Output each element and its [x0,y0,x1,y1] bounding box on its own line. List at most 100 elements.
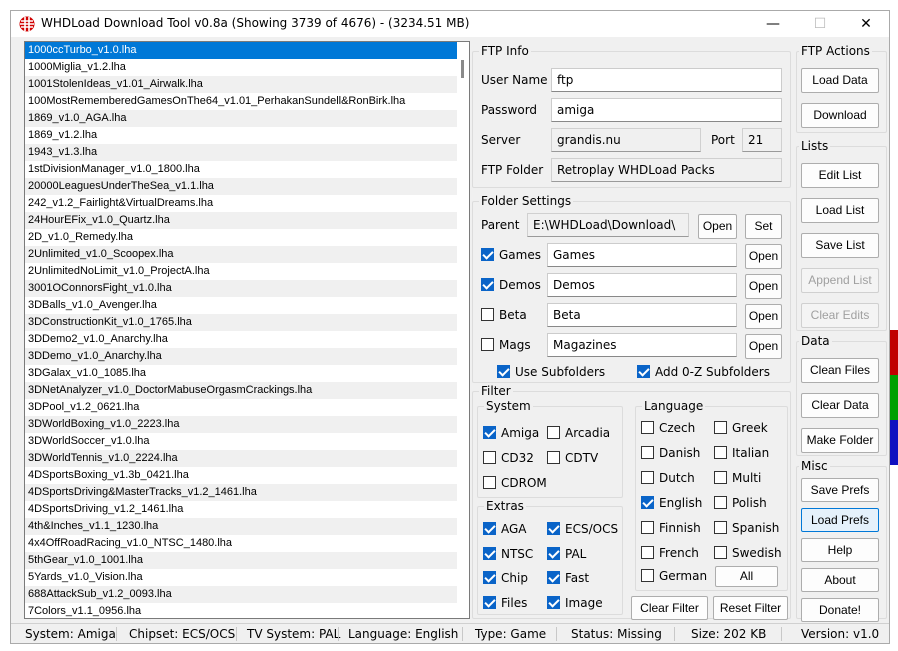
czech-checkbox[interactable]: Czech [641,420,695,438]
list-scrollbar[interactable] [457,42,469,618]
list-item[interactable]: 1943_v1.3.lha [25,144,457,161]
demos-open-button[interactable]: Open [745,274,782,299]
swedish-checkbox[interactable]: Swedish [714,545,782,563]
list-item[interactable]: 4DSportsDriving_v1.2_1461.lha [25,501,457,518]
list-item[interactable]: 4x4OffRoadRacing_v1.0_NTSC_1480.lha [25,535,457,552]
load-prefs-button[interactable]: Load Prefs [801,508,879,532]
demos-folder-field[interactable]: Demos [547,273,737,297]
list-item[interactable]: 3DWorldBoxing_v1.0_2223.lha [25,416,457,433]
games-open-button[interactable]: Open [745,244,782,269]
list-item[interactable]: 5thGear_v1.0_1001.lha [25,552,457,569]
list-item[interactable]: 3DWorldTennis_v1.0_2224.lha [25,450,457,467]
list-item[interactable]: 1stDivisionManager_v1.0_1800.lha [25,161,457,178]
list-item[interactable]: 1001StolenIdeas_v1.01_Airwalk.lha [25,76,457,93]
list-item[interactable]: 4DSportsDriving&MasterTracks_v1.2_1461.l… [25,484,457,501]
list-item[interactable]: 3DWorldSoccer_v1.0.lha [25,433,457,450]
dutch-checkbox[interactable]: Dutch [641,470,695,488]
add-subfolders-checkbox[interactable]: Add 0-Z Subfolders [637,364,770,382]
amiga-checkbox[interactable]: Amiga [483,425,539,443]
minimize-icon[interactable]: — [750,11,796,37]
mags-checkbox[interactable]: Mags [481,337,531,355]
list-item[interactable]: 3DGalax_v1.0_1085.lha [25,365,457,382]
title-bar[interactable]: WHDLoad Download Tool v0.8a (Showing 373… [11,11,889,37]
multi-checkbox[interactable]: Multi [714,470,761,488]
list-item[interactable]: 4th&Inches_v1.1_1230.lha [25,518,457,535]
list-item[interactable]: 3DConstructionKit_v1.0_1765.lha [25,314,457,331]
list-item[interactable]: 3DPool_v1.2_0621.lha [25,399,457,416]
cdtv-checkbox[interactable]: CDTV [547,450,598,468]
english-checkbox[interactable]: English [641,495,702,513]
save-prefs-button[interactable]: Save Prefs [801,478,879,502]
aga-checkbox[interactable]: AGA [483,521,527,539]
files-checkbox[interactable]: Files [483,595,527,613]
download-button[interactable]: Download [801,103,879,128]
demos-checkbox[interactable]: Demos [481,277,541,295]
french-checkbox[interactable]: French [641,545,699,563]
clear-data-button[interactable]: Clear Data [801,393,879,418]
beta-folder-field[interactable]: Beta [547,303,737,327]
list-item[interactable]: 3001OConnorsFight_v1.0.lha [25,280,457,297]
ecs-ocs-checkbox[interactable]: ECS/OCS [547,521,618,539]
list-item[interactable]: 2Unlimited_v1.0_Scoopex.lha [25,246,457,263]
clear-edits-button[interactable]: Clear Edits [801,303,879,328]
use-subfolders-checkbox[interactable]: Use Subfolders [497,364,605,382]
file-list[interactable]: 1000ccTurbo_v1.0.lha 1000Miglia_v1.2.lha… [24,41,470,619]
edit-list-button[interactable]: Edit List [801,163,879,188]
chip-checkbox[interactable]: Chip [483,570,528,588]
list-item[interactable]: 2UnlimitedNoLimit_v1.0_ProjectA.lha [25,263,457,280]
image-checkbox[interactable]: Image [547,595,603,613]
make-folder-button[interactable]: Make Folder [801,428,879,453]
scroll-thumb[interactable] [461,60,464,78]
list-item[interactable]: 5Yards_v1.0_Vision.lha [25,569,457,586]
list-item[interactable]: 3DBalls_v1.0_Avenger.lha [25,297,457,314]
beta-checkbox[interactable]: Beta [481,307,527,325]
spanish-checkbox[interactable]: Spanish [714,520,779,538]
arcadia-checkbox[interactable]: Arcadia [547,425,610,443]
italian-checkbox[interactable]: Italian [714,445,769,463]
list-item[interactable]: 242_v1.2_Fairlight&VirtualDreams.lha [25,195,457,212]
reset-filter-button[interactable]: Reset Filter [713,596,788,620]
mags-open-button[interactable]: Open [745,334,782,359]
save-list-button[interactable]: Save List [801,233,879,258]
mags-folder-field[interactable]: Magazines [547,333,737,357]
load-list-button[interactable]: Load List [801,198,879,223]
parent-set-button[interactable]: Set [745,214,782,239]
clear-filter-button[interactable]: Clear Filter [631,596,708,620]
finnish-checkbox[interactable]: Finnish [641,520,701,538]
polish-checkbox[interactable]: Polish [714,495,767,513]
parent-open-button[interactable]: Open [698,214,737,239]
greek-checkbox[interactable]: Greek [714,420,768,438]
list-item[interactable]: 7Colors_v1.1_0956.lha [25,603,457,618]
all-languages-button[interactable]: All [715,566,778,587]
help-button[interactable]: Help [801,538,879,562]
danish-checkbox[interactable]: Danish [641,445,700,463]
list-item[interactable]: 1000Miglia_v1.2.lha [25,59,457,76]
beta-open-button[interactable]: Open [745,304,782,329]
list-item[interactable]: 1000ccTurbo_v1.0.lha [25,42,457,59]
list-item[interactable]: 4DSportsBoxing_v1.3b_0421.lha [25,467,457,484]
maximize-icon[interactable]: ☐ [797,11,843,37]
pal-checkbox[interactable]: PAL [547,546,586,564]
close-icon[interactable]: ✕ [843,11,889,37]
list-item[interactable]: 2D_v1.0_Remedy.lha [25,229,457,246]
append-list-button[interactable]: Append List [801,268,879,293]
list-item[interactable]: 24HourEFix_v1.0_Quartz.lha [25,212,457,229]
list-item[interactable]: 100MostRememberedGamesOnThe64_v1.01_Perh… [25,93,457,110]
list-item[interactable]: 20000LeaguesUnderTheSea_v1.1.lha [25,178,457,195]
donate-button[interactable]: Donate! [801,598,879,622]
games-checkbox[interactable]: Games [481,247,541,265]
user-name-field[interactable]: ftp [551,68,782,92]
list-item[interactable]: 3DDemo2_v1.0_Anarchy.lha [25,331,457,348]
about-button[interactable]: About [801,568,879,592]
german-checkbox[interactable]: German [641,568,707,586]
ntsc-checkbox[interactable]: NTSC [483,546,533,564]
list-item[interactable]: 3DDemo_v1.0_Anarchy.lha [25,348,457,365]
load-data-button[interactable]: Load Data [801,68,879,93]
password-field[interactable]: amiga [551,98,782,122]
cd32-checkbox[interactable]: CD32 [483,450,534,468]
fast-checkbox[interactable]: Fast [547,570,589,588]
clean-files-button[interactable]: Clean Files [801,358,879,383]
list-item[interactable]: 1869_v1.2.lha [25,127,457,144]
games-folder-field[interactable]: Games [547,243,737,267]
cdrom-checkbox[interactable]: CDROM [483,475,547,493]
